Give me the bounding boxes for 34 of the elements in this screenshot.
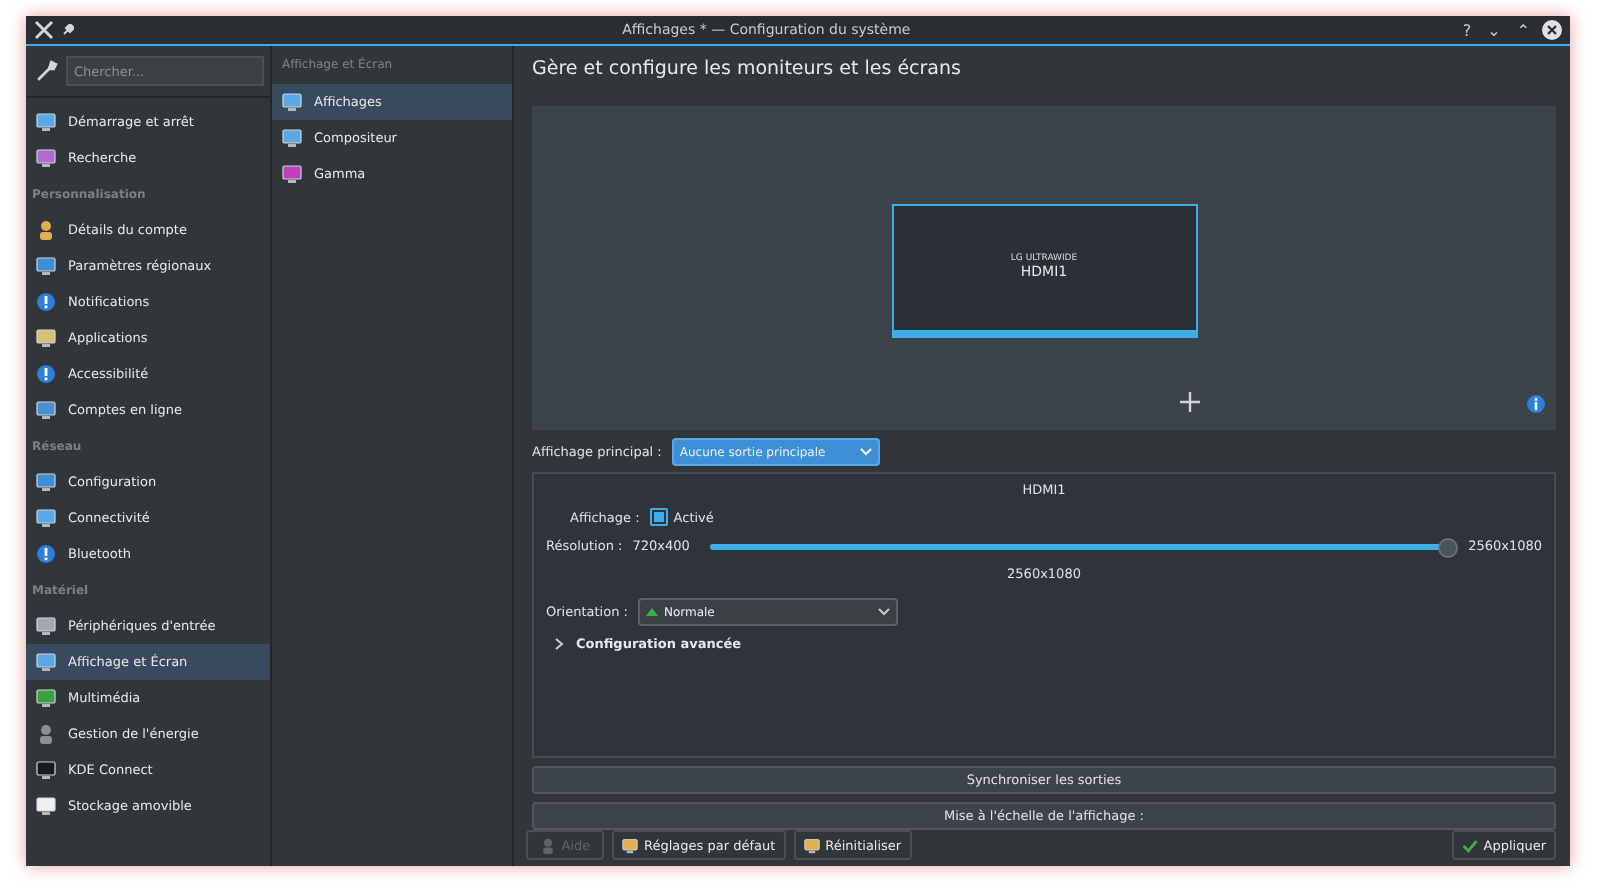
person-icon — [36, 220, 56, 240]
monitor-icon — [36, 508, 56, 528]
monitor-icon — [282, 128, 302, 148]
monitor-icon — [36, 256, 56, 276]
monitor-icon — [36, 616, 56, 636]
monitor-icon — [36, 760, 56, 780]
window-button[interactable]: ⌄ — [1483, 21, 1505, 39]
orientation-icon — [645, 608, 658, 617]
caret-icon — [859, 448, 872, 457]
monitor-icon — [36, 328, 56, 348]
close-button[interactable] — [1542, 20, 1562, 40]
check-icon — [1461, 837, 1478, 853]
monitor-icon — [36, 688, 56, 708]
window-button[interactable]: ? — [1458, 21, 1476, 39]
monitor-icon — [36, 796, 56, 816]
chevron-icon — [554, 638, 564, 651]
monitor-icon — [36, 148, 56, 168]
pin-icon[interactable] — [62, 24, 74, 36]
monitor-icon — [36, 400, 56, 420]
monitor-icon — [282, 92, 302, 112]
move-icon — [1180, 391, 1200, 412]
monitor-icon — [803, 837, 820, 853]
caret-icon — [877, 608, 890, 617]
page-heading: Gère et configure les moniteurs et les écrans — [532, 56, 963, 85]
alert-icon — [36, 292, 56, 312]
window-button[interactable]: ⌃ — [1512, 21, 1534, 39]
wrench-icon — [36, 60, 58, 82]
monitor-icon — [36, 112, 56, 132]
monitor-icon — [622, 837, 638, 853]
monitor-icon — [282, 164, 302, 184]
tools-icon — [34, 20, 54, 40]
monitor-icon — [36, 472, 56, 492]
monitor-icon — [36, 652, 56, 672]
slider-handle[interactable] — [1438, 537, 1459, 558]
